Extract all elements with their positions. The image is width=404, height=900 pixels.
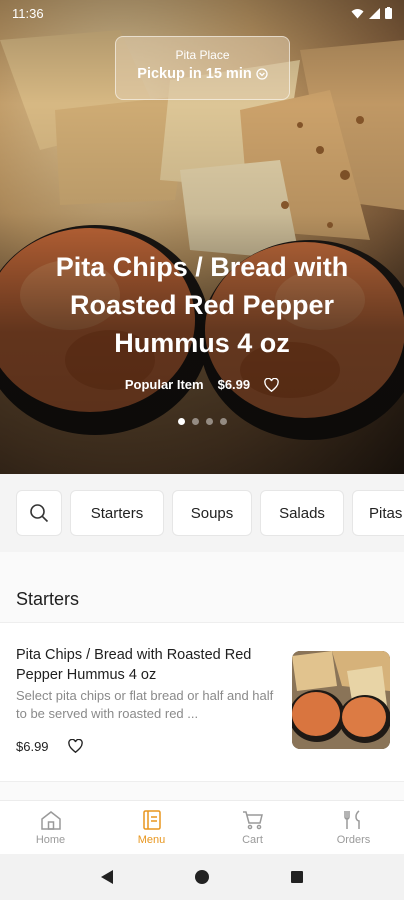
system-nav-bar — [0, 854, 404, 900]
signal-icon — [369, 7, 380, 19]
wifi-icon — [351, 8, 364, 18]
hero-tag: Popular Item — [124, 377, 204, 392]
pickup-time-label: Pickup in 15 min — [137, 66, 252, 82]
carousel-dot[interactable] — [191, 418, 199, 425]
nav-orders-label: Orders — [336, 833, 371, 846]
carousel-dot[interactable] — [177, 418, 185, 425]
bottom-nav: Home Menu Cart Orders — [0, 800, 404, 854]
nav-menu[interactable]: Menu — [101, 801, 202, 854]
category-bar: Starters Soups Salads Pitas — [0, 474, 404, 552]
status-icons — [351, 7, 392, 19]
pickup-location: Pita Place — [175, 48, 230, 62]
recents-icon[interactable] — [290, 870, 304, 884]
chevron-down-icon — [256, 68, 268, 80]
home-icon — [40, 810, 61, 830]
item-price: $6.99 — [16, 739, 49, 754]
nav-menu-label: Menu — [137, 833, 166, 846]
heart-icon[interactable] — [264, 377, 279, 392]
category-chip-salads[interactable]: Salads — [260, 490, 344, 536]
cart-icon — [242, 810, 263, 829]
pickup-selector[interactable]: Pita Place Pickup in 15 min — [115, 36, 290, 100]
pickup-time: Pickup in 15 min — [116, 66, 289, 82]
nav-cart[interactable]: Cart — [202, 801, 303, 854]
orders-icon — [343, 809, 360, 829]
search-button[interactable] — [16, 490, 62, 536]
search-icon — [30, 504, 49, 523]
nav-orders[interactable]: Orders — [303, 801, 404, 854]
nav-home-label: Home — [35, 833, 66, 846]
item-food-image — [292, 651, 390, 749]
list-spacer — [0, 782, 404, 800]
hero-price: $6.99 — [217, 377, 251, 392]
heart-icon[interactable] — [68, 739, 83, 753]
category-chip-starters[interactable]: Starters — [70, 490, 164, 536]
category-chip-pitas[interactable]: Pitas — [352, 490, 404, 536]
item-thumbnail — [292, 651, 390, 749]
hero-title: Pita Chips / Bread with Roasted Red Pepp… — [55, 252, 349, 358]
hero-meta: Popular Item $6.99 — [0, 377, 404, 392]
category-chip-soups[interactable]: Soups — [172, 490, 252, 536]
item-description: Select pita chips or flat bread or half … — [16, 688, 274, 721]
home-button-icon[interactable] — [194, 869, 210, 885]
carousel-dot[interactable] — [219, 418, 227, 425]
section-header-bg — [0, 552, 404, 622]
nav-cart-label: Cart — [242, 833, 263, 846]
section-title: Starters — [16, 589, 80, 609]
menu-icon — [142, 809, 161, 830]
nav-home[interactable]: Home — [0, 801, 101, 854]
status-bar: 11:36 — [0, 0, 404, 26]
back-icon[interactable] — [100, 869, 114, 885]
status-time: 11:36 — [12, 5, 44, 21]
carousel-indicator — [0, 418, 404, 425]
battery-icon — [385, 7, 392, 19]
carousel-dot[interactable] — [205, 418, 213, 425]
menu-item-card[interactable]: Pita Chips / Bread with Roasted Red Pepp… — [0, 622, 404, 782]
item-name: Pita Chips / Bread with Roasted Red Pepp… — [16, 647, 252, 683]
